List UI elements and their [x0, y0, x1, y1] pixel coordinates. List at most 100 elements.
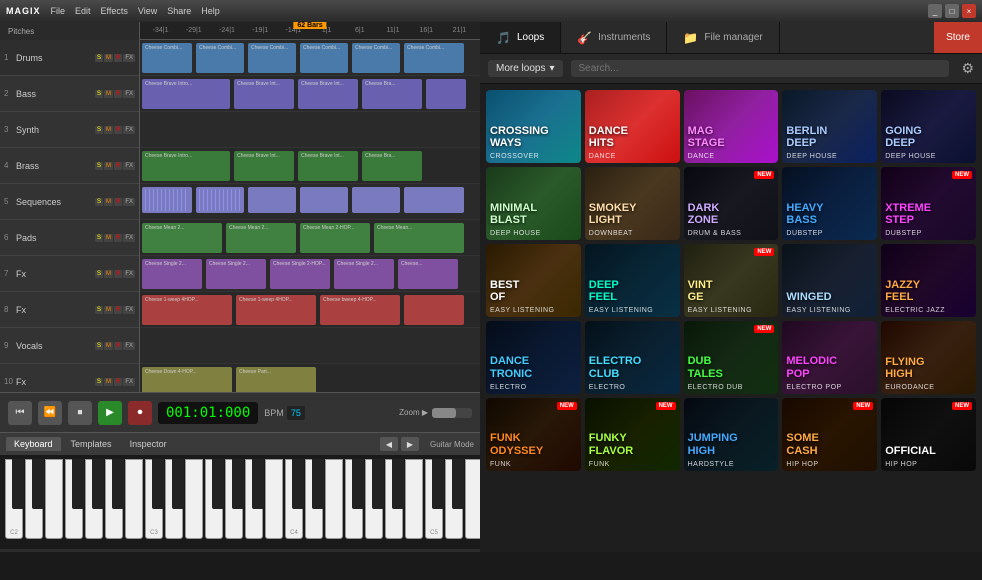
loop-card[interactable]: NEWDARK ZONEDRUM & BASS [684, 167, 779, 240]
track-block[interactable]: Cheese Bra... [362, 79, 422, 109]
black-key[interactable] [372, 459, 384, 509]
track-block[interactable]: Cheese Single 2... [334, 259, 394, 289]
fx-btn[interactable]: FX [123, 198, 135, 206]
track-block[interactable]: Cheese Combi... [352, 43, 400, 73]
loop-card[interactable]: ELECTRO CLUBELECTRO [585, 321, 680, 394]
black-key[interactable] [92, 459, 104, 509]
track-block[interactable]: Cheese Mean 2... [142, 223, 222, 253]
stop-button[interactable]: ⏹ [68, 401, 92, 425]
track-block[interactable]: Cheese 1-weep 4HOP... [142, 295, 232, 325]
loop-card[interactable]: WINGEDEASY LISTENING [782, 244, 877, 317]
rewind-button[interactable]: ⏪ [38, 401, 62, 425]
fx-btn[interactable]: FX [123, 162, 135, 170]
fx-btn[interactable]: FX [123, 234, 135, 242]
menu-edit[interactable]: Edit [75, 6, 91, 16]
mute-btn[interactable]: M [104, 198, 113, 206]
black-key[interactable] [12, 459, 24, 509]
rec-btn[interactable]: R [114, 126, 122, 134]
track-block[interactable]: Cheese Brave Intro... [142, 151, 230, 181]
mute-btn[interactable]: M [104, 54, 113, 62]
track-row[interactable] [140, 184, 480, 220]
track-block[interactable]: Cheese Combi... [142, 43, 192, 73]
tab-file-manager[interactable]: 📁 File manager [667, 22, 779, 53]
solo-btn[interactable]: S [95, 234, 103, 242]
solo-btn[interactable]: S [95, 306, 103, 314]
menu-help[interactable]: Help [201, 6, 220, 16]
loop-card[interactable]: JAZZY FeelELECTRIC JAZZ [881, 244, 976, 317]
track-block[interactable]: Cheese Mean... [374, 223, 464, 253]
loop-card[interactable]: Berlin DeepDEEP HOUSE [782, 90, 877, 163]
track-block[interactable]: Cheese Combi... [248, 43, 296, 73]
track-block[interactable] [196, 187, 244, 213]
black-key[interactable] [72, 459, 84, 509]
loop-card[interactable]: NEWxtreme stepDUBSTEP [881, 167, 976, 240]
fx-btn[interactable]: FX [123, 342, 135, 350]
track-block[interactable] [352, 187, 400, 213]
fx-btn[interactable]: FX [123, 90, 135, 98]
track-block[interactable]: Cheese Brave Int... [298, 79, 358, 109]
track-block[interactable]: Cheese Brave Intro... [142, 79, 230, 109]
white-key[interactable] [265, 459, 283, 539]
fx-btn[interactable]: FX [123, 306, 135, 314]
rec-btn[interactable]: R [114, 54, 122, 62]
loop-card[interactable]: NEWFunky FLAVORFUNK [585, 398, 680, 471]
white-key[interactable] [325, 459, 343, 539]
tab-store[interactable]: Store [934, 22, 982, 53]
fx-btn[interactable]: FX [123, 270, 135, 278]
black-key[interactable] [452, 459, 464, 509]
keyboard-option-btn[interactable]: ◀ [380, 437, 398, 451]
track-block[interactable]: Cheese Down 4-HOP... [142, 367, 232, 392]
rec-btn[interactable]: R [114, 234, 122, 242]
track-row[interactable]: Cheese 1-weep 4HOP... Cheese 1-weep 4HOP… [140, 292, 480, 328]
loop-card[interactable]: NEWSOME CASHHIP HOP [782, 398, 877, 471]
rec-btn[interactable]: R [114, 342, 122, 350]
solo-btn[interactable]: S [95, 342, 103, 350]
rec-btn[interactable]: R [114, 306, 122, 314]
rec-btn[interactable]: R [114, 270, 122, 278]
white-key[interactable] [45, 459, 63, 539]
minimize-button[interactable]: _ [928, 4, 942, 18]
black-key[interactable] [392, 459, 404, 509]
record-button[interactable]: ⏺ [128, 401, 152, 425]
track-block[interactable]: Cheese Part... [236, 367, 316, 392]
search-input[interactable] [571, 60, 950, 77]
loop-card[interactable]: NEWDUB TALESELECTRO DUB [684, 321, 779, 394]
loop-card[interactable]: going deepDEEP HOUSE [881, 90, 976, 163]
black-key[interactable] [32, 459, 44, 509]
track-block[interactable]: Cheese Combi... [196, 43, 244, 73]
black-key[interactable] [212, 459, 224, 509]
tab-keyboard[interactable]: Keyboard [6, 437, 61, 451]
track-block[interactable]: Cheese Single 2... [206, 259, 266, 289]
track-block[interactable]: Cheese Brave Int... [234, 151, 294, 181]
loop-card[interactable]: DEEP FEELEASY LISTENING [585, 244, 680, 317]
track-block[interactable]: Cheese Brave Int... [298, 151, 358, 181]
black-key[interactable] [252, 459, 264, 509]
mute-btn[interactable]: M [104, 234, 113, 242]
track-block[interactable]: Cheese Single 2... [142, 259, 202, 289]
menu-effects[interactable]: Effects [101, 6, 128, 16]
track-block[interactable]: Cheese Mean 2... [226, 223, 296, 253]
loop-card[interactable]: JUMPING HIGHHARDSTYLE [684, 398, 779, 471]
solo-btn[interactable]: S [95, 270, 103, 278]
bpm-value[interactable]: 75 [287, 406, 305, 420]
fx-btn[interactable]: FX [123, 378, 135, 386]
track-row[interactable]: Cheese Mean 2... Cheese Mean 2... Cheese… [140, 220, 480, 256]
tab-inspector[interactable]: Inspector [122, 437, 175, 451]
track-block[interactable] [426, 79, 466, 109]
mute-btn[interactable]: M [104, 306, 113, 314]
rec-btn[interactable]: R [114, 378, 122, 386]
loop-card[interactable]: NEWVINT GEEASY LISTENING [684, 244, 779, 317]
loop-card[interactable]: MAG STAGEDANCE [684, 90, 779, 163]
loop-card[interactable]: CROSSING WAYSCROSSOVER [486, 90, 581, 163]
track-block[interactable] [404, 295, 464, 325]
loop-card[interactable]: FLYING HIGHEURODANCE [881, 321, 976, 394]
track-row[interactable]: Cheese Combi... Cheese Combi... Cheese C… [140, 40, 480, 76]
track-block[interactable]: Cheese Combi... [300, 43, 348, 73]
loop-card[interactable]: BEST OFEASY LISTENING [486, 244, 581, 317]
mute-btn[interactable]: M [104, 342, 113, 350]
mute-btn[interactable]: M [104, 90, 113, 98]
play-button[interactable]: ▶ [98, 401, 122, 425]
black-key[interactable] [352, 459, 364, 509]
fx-btn[interactable]: FX [123, 126, 135, 134]
mute-btn[interactable]: M [104, 126, 113, 134]
